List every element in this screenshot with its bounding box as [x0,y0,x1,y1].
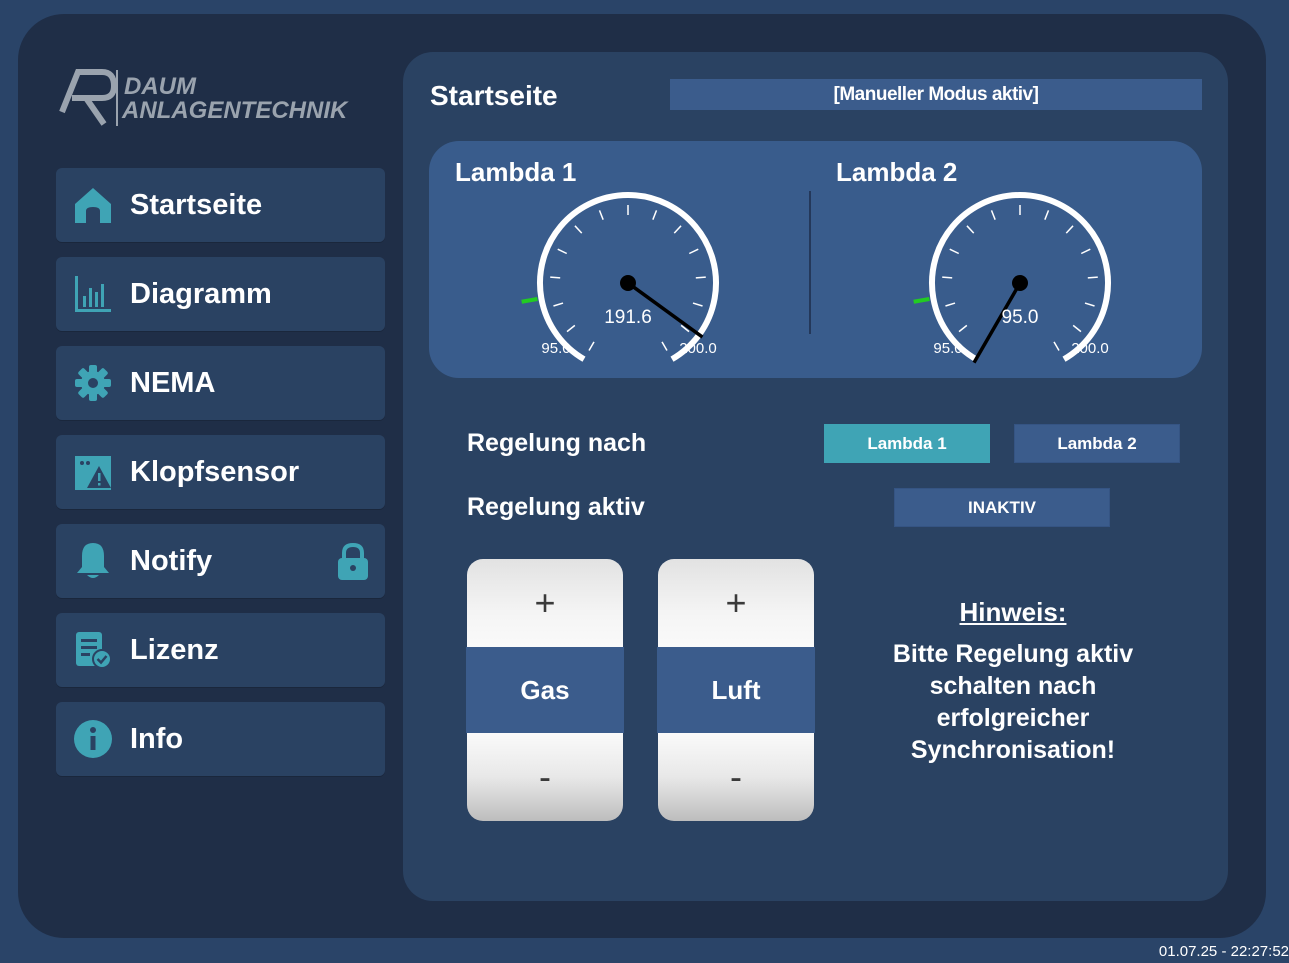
gas-label: Gas [466,647,624,733]
company-logo: DAUM ANLAGENTECHNIK [58,62,388,132]
logo-line1: DAUM [124,73,197,100]
main-panel: Startseite [Manueller Modus aktiv] Lambd… [403,52,1228,901]
sidebar-item-notify[interactable]: Notify [56,524,385,598]
hint-text: Bitte Regelung aktiv schalten nach erfol… [892,640,1134,764]
bell-icon [72,540,114,582]
regelung-nach-label: Regelung nach [467,429,647,457]
gauge-value: 95.0 [1002,307,1039,328]
gauge-tick [566,324,576,333]
sidebar-item-label: Diagramm [130,277,272,310]
sidebar-item-label: Notify [130,544,213,577]
gauge-tick [949,248,960,255]
sidebar-item-klopfsensor[interactable]: Klopfsensor [56,435,385,509]
sidebar-item-label: Lizenz [130,633,219,666]
gauge-tick [942,276,953,279]
gauge-tick [958,324,968,333]
gauge-tick [1044,210,1050,220]
sidebar: Startseite Diagramm NEMA Klopfsensor Not… [56,168,385,791]
sidebar-item-nema[interactable]: NEMA [56,346,385,420]
gas-increase-button[interactable]: + [467,559,623,647]
gauge-marker [521,297,538,304]
timestamp: 01.07.25 - 22:27:52 [1158,943,1289,960]
gauge-tick [966,225,975,234]
home-icon [72,184,114,226]
gauge-value: 191.6 [604,307,652,328]
gauge-divider [809,191,811,334]
gas-stepper: + Gas - [466,559,624,821]
hint-title: Hinweis: [959,597,1067,627]
sidebar-item-startseite[interactable]: Startseite [56,168,385,242]
gauge-marker [913,297,930,304]
gauge-tick [692,302,703,307]
luft-decrease-button[interactable]: - [658,733,814,821]
page-title: Startseite [430,80,558,111]
gauge-tick [553,302,564,307]
sidebar-item-label: Klopfsensor [130,455,300,488]
info-icon [72,718,114,760]
lambda2-select-button[interactable]: Lambda 2 [1014,424,1180,463]
mode-banner: [Manueller Modus aktiv] [670,79,1202,110]
gauge-panel: Lambda 1 Lambda 2 191.6 95.0 200.0 95.0 … [429,141,1202,378]
gauge-tick [695,276,706,279]
gauge-min: 95.0 [933,340,962,357]
gauge-tick [990,210,996,220]
sidebar-item-label: NEMA [130,366,216,399]
gauge-hub [1012,275,1028,291]
gauge-tick [1053,341,1060,351]
luft-stepper: + Luft - [657,559,815,821]
hint-box: Hinweis: Bitte Regelung aktiv schalten n… [873,597,1153,766]
gear-icon [72,362,114,404]
sidebar-item-lizenz[interactable]: Lizenz [56,613,385,687]
gauge-hub [620,275,636,291]
gauge-lambda1: 191.6 95.0 200.0 [521,192,719,362]
gauge-tick [652,210,658,220]
gauge-tick [598,210,604,220]
gauge-tick [588,341,595,351]
sidebar-item-info[interactable]: Info [56,702,385,776]
lock-icon [335,542,371,582]
gauge-tick [1065,225,1074,234]
gauge-max: 200.0 [1071,340,1109,357]
regelung-aktiv-label: Regelung aktiv [467,493,645,521]
gauge-tick [688,248,699,255]
gauge-tick [1084,302,1095,307]
sidebar-item-label: Info [130,722,184,755]
gas-decrease-button[interactable]: - [467,733,623,821]
gauge-tick [574,225,583,234]
gauge-tick [1072,324,1082,333]
gauge-tick [945,302,956,307]
lambda1-select-button[interactable]: Lambda 1 [824,424,990,463]
license-icon [72,629,114,671]
gauge-max: 200.0 [679,340,717,357]
gauge-min: 95.0 [541,340,570,357]
gauge-tick [1087,276,1098,279]
gauge-tick [661,341,668,351]
luft-increase-button[interactable]: + [658,559,814,647]
regelung-toggle-button[interactable]: INAKTIV [894,488,1110,527]
sidebar-item-diagramm[interactable]: Diagramm [56,257,385,331]
luft-label: Luft [657,647,815,733]
logo-line2: ANLAGENTECHNIK [121,97,349,124]
gauge-lambda2: 95.0 95.0 200.0 [913,192,1111,364]
gauge-tick [1080,248,1091,255]
gauge-tick [557,248,568,255]
warning-icon [72,451,114,493]
gauge-tick [550,276,561,279]
sidebar-item-label: Startseite [130,188,263,221]
bar-chart-icon [72,273,114,315]
gauge-tick [673,225,682,234]
